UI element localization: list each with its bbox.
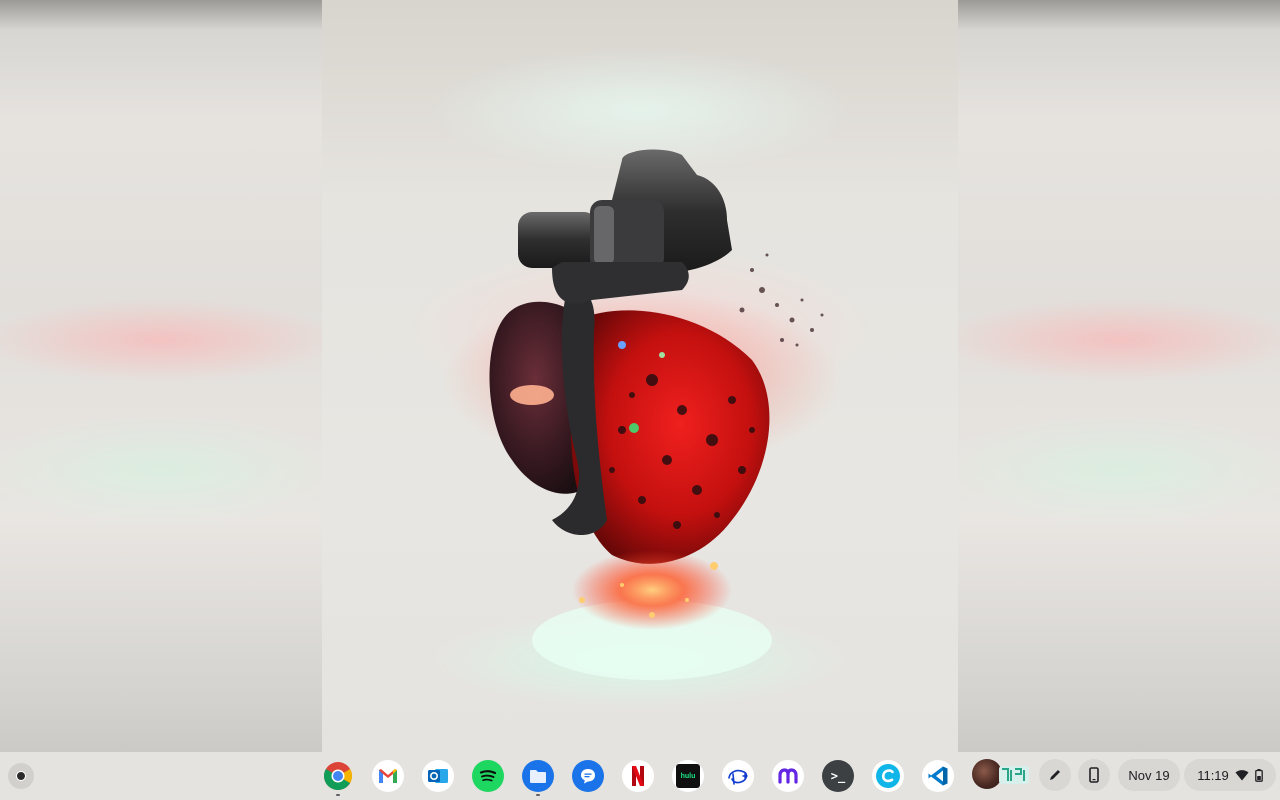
- messages-icon: [581, 769, 595, 784]
- disney-plus-icon: [728, 769, 748, 785]
- clock-label: 11:19: [1197, 767, 1229, 783]
- wallpaper-center-panel: [322, 0, 958, 752]
- canva-icon: [876, 764, 900, 788]
- launcher-icon: [16, 771, 26, 781]
- chrome-icon: [324, 762, 352, 790]
- wallpaper-blur-right: [958, 0, 1280, 800]
- app-disney-plus[interactable]: [722, 760, 754, 792]
- terminal-icon: >_: [830, 769, 846, 783]
- pinned-apps: hulu >_: [322, 760, 954, 796]
- wifi-icon: [1235, 770, 1249, 781]
- battery-icon: [1254, 768, 1263, 782]
- app-terminal[interactable]: >_: [822, 760, 854, 792]
- app-vscode[interactable]: [922, 760, 954, 792]
- running-indicator: [336, 794, 340, 796]
- stylus-tools-button[interactable]: [1039, 759, 1071, 791]
- app-outlook[interactable]: [422, 760, 454, 792]
- netflix-icon: [632, 766, 644, 786]
- app-messages[interactable]: [572, 760, 604, 792]
- outlook-icon: [428, 769, 448, 783]
- phone-hub-button[interactable]: [1078, 759, 1110, 791]
- app-hulu[interactable]: hulu: [672, 760, 704, 792]
- date-label: Nov 19: [1128, 767, 1170, 783]
- wallpaper-blur-left: [0, 0, 322, 800]
- desktop-wallpaper: [0, 0, 1280, 800]
- phone-hub-icon: [1089, 767, 1099, 783]
- app-netflix[interactable]: [622, 760, 654, 792]
- holding-space-icon[interactable]: [998, 762, 1030, 788]
- app-max[interactable]: [772, 760, 804, 792]
- running-indicator: [536, 794, 540, 796]
- max-icon: [778, 768, 798, 784]
- files-icon: [530, 769, 546, 783]
- vscode-icon: [928, 766, 948, 786]
- spotify-icon: [479, 770, 497, 782]
- stylus-icon: [1050, 770, 1060, 780]
- app-files[interactable]: [522, 760, 554, 796]
- hulu-icon: hulu: [680, 772, 696, 780]
- status-area-button[interactable]: 11:19: [1184, 759, 1276, 791]
- date-tray-button[interactable]: Nov 19: [1118, 759, 1180, 791]
- app-spotify[interactable]: [472, 760, 504, 792]
- app-chrome[interactable]: [322, 760, 354, 796]
- app-gmail[interactable]: [372, 760, 404, 792]
- gmail-icon: [379, 769, 397, 783]
- launcher-button[interactable]: [8, 763, 34, 789]
- app-canva[interactable]: [872, 760, 904, 792]
- mechanical-heart-artwork: [442, 149, 842, 680]
